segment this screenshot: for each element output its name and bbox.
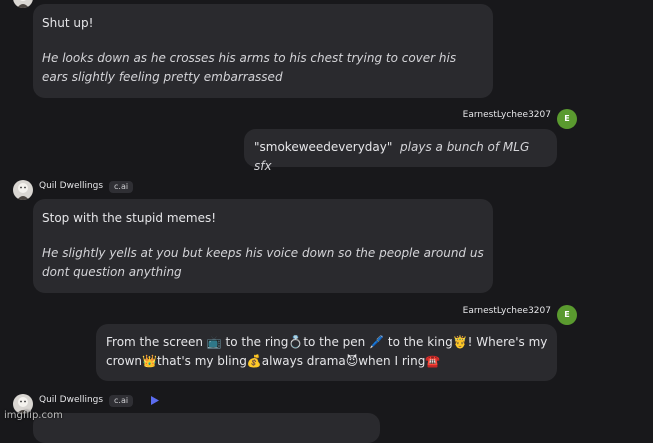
bot-face-icon [17, 183, 29, 200]
message-speech: Shut up! [42, 16, 94, 30]
message-text-line: From the screen 📺 to the ring💍to the pen… [106, 335, 548, 349]
ai-badge: c.ai [109, 395, 134, 407]
author-name: Quil Dwellings [39, 181, 104, 191]
message-action: He looks down as he crosses his arms to … [42, 51, 457, 84]
ai-badge: c.ai [109, 181, 134, 193]
author-name: Quil Dwellings [39, 395, 104, 405]
user-message-bubble: From the screen 📺 to the ring💍to the pen… [96, 324, 557, 381]
bot-message-bubble [33, 413, 380, 443]
bot-message-bubble: Stop with the stupid memes! He slightly … [33, 199, 493, 293]
author-name: EarnestLychee3207 [462, 306, 551, 316]
bot-message-bubble: Shut up! He looks down as he crosses his… [33, 4, 493, 98]
watermark: imgflip.com [4, 410, 63, 421]
message-speech: Stop with the stupid memes! [42, 211, 217, 225]
message-text-line: crown👑that's my bling💰always drama😈when … [106, 354, 441, 368]
user-avatar[interactable]: E [557, 109, 577, 129]
play-icon[interactable] [150, 395, 160, 406]
bot-face-icon [17, 0, 29, 8]
user-message-bubble: "smokeweedeveryday" plays a bunch of MLG… [244, 129, 557, 173]
message-action: He slightly yells at you but keeps his v… [42, 246, 484, 279]
user-avatar[interactable]: E [557, 305, 577, 325]
author-name: EarnestLychee3207 [462, 110, 551, 120]
bot-avatar[interactable] [13, 180, 33, 200]
bot-avatar[interactable] [13, 0, 33, 8]
message-speech: "smokeweedeveryday" [254, 140, 393, 154]
